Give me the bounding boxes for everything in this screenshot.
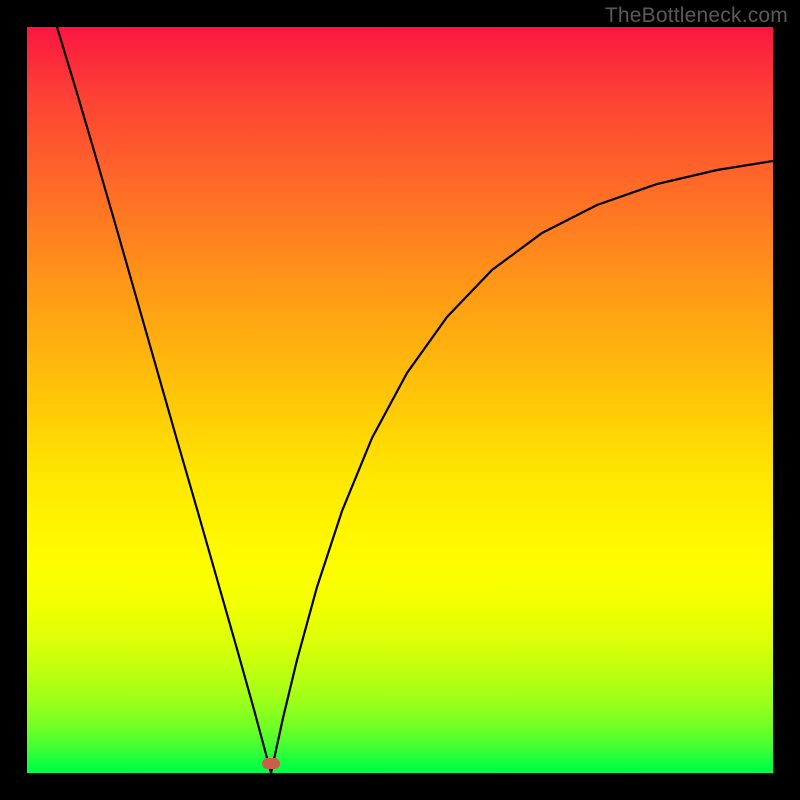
curve-svg xyxy=(27,27,773,773)
chart-plot-area xyxy=(27,27,773,773)
curve-left-branch xyxy=(57,27,271,773)
curve-right-branch xyxy=(271,161,773,773)
watermark-text: TheBottleneck.com xyxy=(605,4,788,28)
minimum-marker xyxy=(262,758,280,769)
